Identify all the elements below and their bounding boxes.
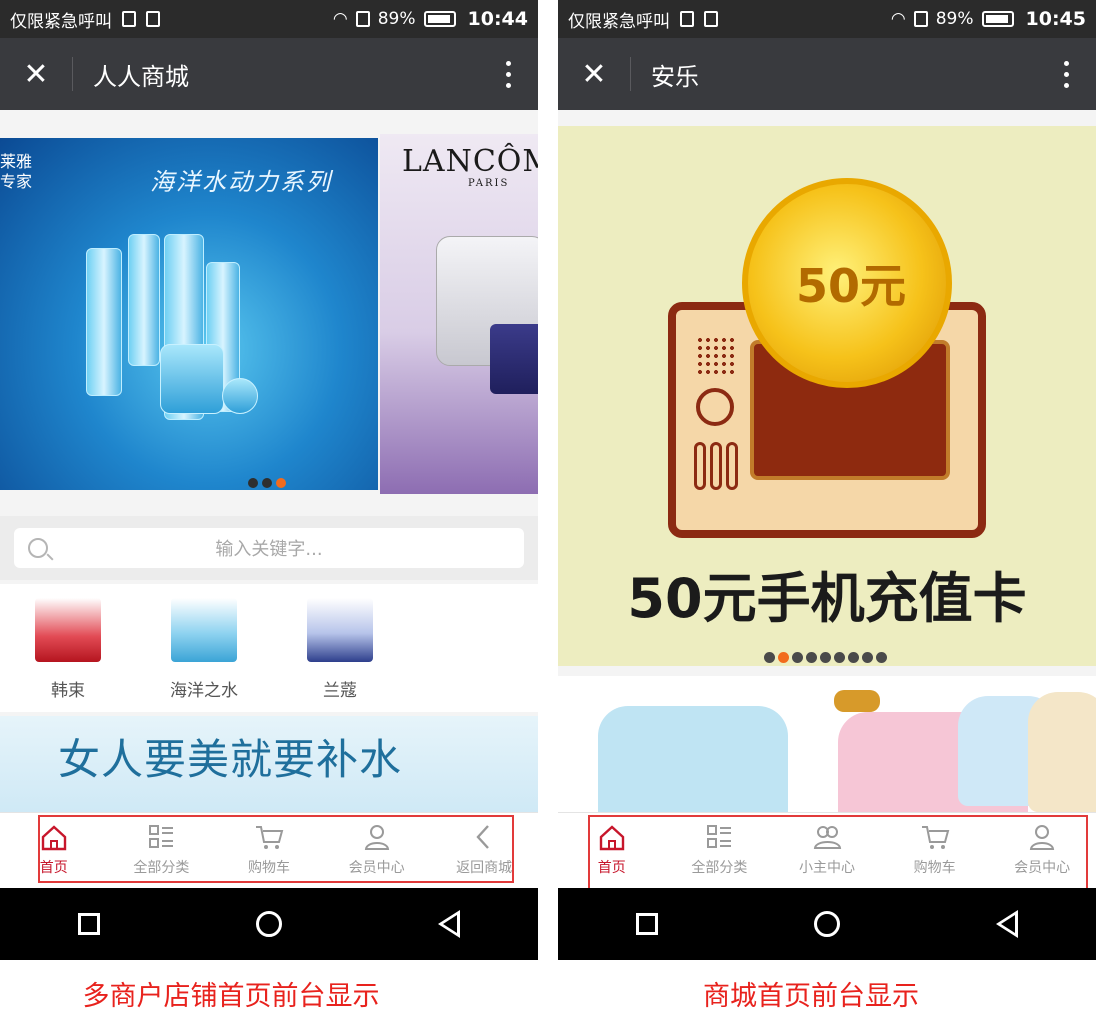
highlight-box: [38, 815, 514, 883]
sim-icon: [704, 11, 718, 27]
recent-apps-icon[interactable]: [78, 913, 100, 935]
carousel-dot-active[interactable]: [276, 478, 286, 488]
carousel-dot[interactable]: [876, 652, 887, 663]
brand-item-lancome[interactable]: 兰蔻: [272, 584, 408, 712]
promo-text: 女人要美就要补水: [58, 735, 403, 784]
image-icon: [680, 11, 694, 27]
battery-percent: 89%: [935, 9, 974, 29]
close-icon[interactable]: ✕: [558, 57, 630, 92]
brand-item-hanshu[interactable]: 韩束: [0, 584, 136, 712]
more-icon[interactable]: [1036, 60, 1096, 88]
system-nav-bar: [0, 888, 538, 960]
vibrate-icon: [913, 11, 928, 27]
banner-slide-lancome[interactable]: LANCÔM PARIS: [380, 134, 538, 494]
carousel-dot-active[interactable]: [778, 652, 789, 663]
recent-apps-icon[interactable]: [636, 913, 658, 935]
back-icon[interactable]: [996, 910, 1018, 938]
brand-label: 兰蔻: [323, 681, 357, 701]
banner-headline: 50元手机充值卡: [627, 567, 1027, 630]
wifi-icon: ◠: [332, 9, 348, 29]
carousel-dots: [764, 652, 887, 663]
title-divider: [72, 57, 73, 91]
lancome-sub: PARIS: [468, 178, 510, 189]
carousel-dot[interactable]: [820, 652, 831, 663]
banner-brand-chip: 莱雅 专家: [0, 152, 33, 191]
title-bar: ✕ 人人商城: [0, 38, 538, 110]
title-bar: ✕ 安乐: [558, 38, 1096, 110]
coin-text: 50元: [796, 259, 907, 313]
banner-slide-proya[interactable]: 莱雅 专家 海洋水动力系列: [0, 138, 378, 490]
home-button-icon[interactable]: [256, 911, 282, 937]
sim-icon: [122, 11, 136, 27]
banner-carousel[interactable]: 莱雅 专家 海洋水动力系列 LANCÔM PARIS: [0, 134, 538, 494]
battery-percent: 89%: [377, 9, 416, 29]
product-jar: [490, 324, 538, 394]
image-icon: [146, 11, 160, 27]
home-button-icon[interactable]: [814, 911, 840, 937]
wifi-icon: ◠: [890, 9, 906, 29]
brand-thumbnail: [35, 598, 101, 662]
lancome-logo: LANCÔM: [402, 144, 538, 179]
clock: 10:45: [1025, 8, 1086, 30]
banner-headline: 海洋水动力系列: [150, 168, 332, 196]
promo-banner[interactable]: 女人要美就要补水: [0, 716, 538, 812]
title-divider: [630, 57, 631, 91]
carousel-dot[interactable]: [792, 652, 803, 663]
search-icon: [28, 538, 48, 558]
search-input[interactable]: 输入关键字...: [14, 528, 524, 568]
card-speaker-grid: [696, 336, 736, 376]
left-phone-screen: 仅限紧急呼叫 ◠ 89% 10:44 ✕ 人人商城 莱雅 专家 海洋水动力系列: [0, 0, 538, 960]
card-dpad: [696, 388, 734, 426]
back-icon[interactable]: [438, 910, 460, 938]
brand-list: 韩束 海洋之水 兰蔻: [0, 584, 538, 712]
carrier-text: 仅限紧急呼叫: [10, 11, 112, 32]
carrier-text: 仅限紧急呼叫: [568, 11, 670, 32]
brand-thumbnail: [171, 598, 237, 662]
brand-item-ocean-water[interactable]: 海洋之水: [136, 584, 272, 712]
product-jar: [160, 344, 224, 414]
system-nav-bar: [558, 888, 1096, 960]
card-keys: [694, 442, 738, 490]
search-placeholder: 输入关键字...: [215, 539, 323, 560]
battery-icon: [981, 11, 1014, 27]
caption-right: 商城首页前台显示: [703, 981, 919, 1012]
lion-logo: [834, 690, 880, 712]
more-icon[interactable]: [478, 60, 538, 88]
highlight-box: [588, 815, 1088, 893]
brand-label: 韩束: [51, 681, 85, 701]
page-title: 安乐: [651, 62, 699, 91]
caption-left: 多商户店铺首页前台显示: [82, 981, 380, 1012]
close-icon[interactable]: ✕: [0, 57, 72, 92]
search-bar: 输入关键字...: [0, 516, 538, 580]
carousel-dot[interactable]: [764, 652, 775, 663]
vibrate-icon: [355, 11, 370, 27]
right-phone-screen: 仅限紧急呼叫 ◠ 89% 10:45 ✕ 安乐 50元 50元手机充值卡 首页 …: [558, 0, 1096, 960]
carousel-dots: [248, 478, 286, 488]
clock: 10:44: [467, 8, 528, 30]
battery-icon: [423, 11, 456, 27]
brand-thumbnail: [307, 598, 373, 662]
banner-carousel[interactable]: 50元 50元手机充值卡: [558, 126, 1096, 666]
carousel-dot[interactable]: [248, 478, 258, 488]
carousel-dot[interactable]: [862, 652, 873, 663]
carousel-dot[interactable]: [848, 652, 859, 663]
carousel-dot[interactable]: [806, 652, 817, 663]
product-image-baby-clothes[interactable]: [558, 676, 1096, 812]
carousel-dot[interactable]: [834, 652, 845, 663]
product-bottle: [128, 234, 160, 366]
brand-label: 海洋之水: [170, 681, 238, 701]
product-bottle: [86, 248, 122, 396]
garment-cream: [1028, 692, 1096, 812]
status-bar: 仅限紧急呼叫 ◠ 89% 10:45: [558, 0, 1096, 38]
page-title: 人人商城: [93, 62, 189, 91]
status-bar: 仅限紧急呼叫 ◠ 89% 10:44: [0, 0, 538, 38]
carousel-dot[interactable]: [262, 478, 272, 488]
garment-blue: [598, 706, 788, 812]
product-jar: [222, 378, 258, 414]
